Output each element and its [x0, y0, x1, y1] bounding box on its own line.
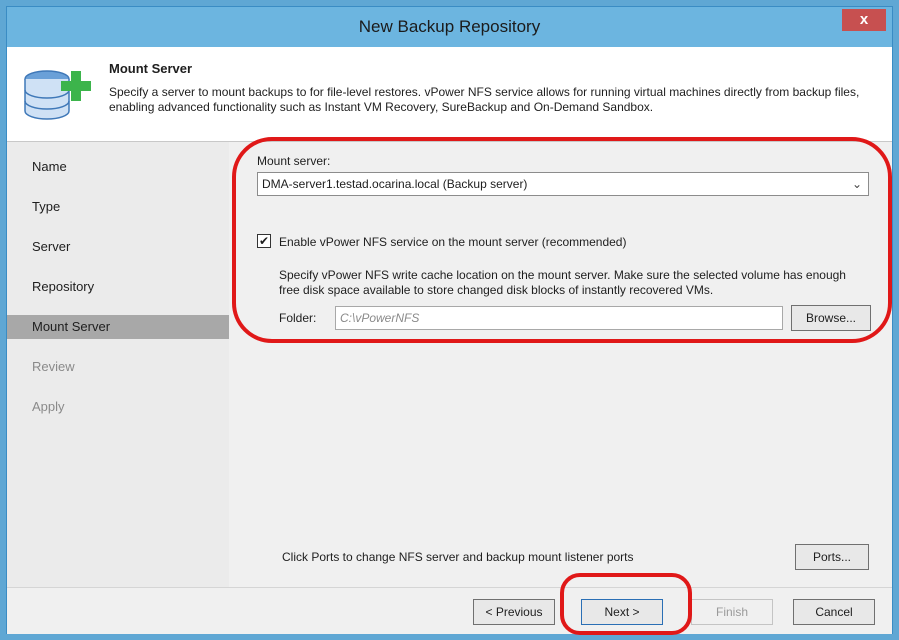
step-repository[interactable]: Repository	[7, 275, 229, 299]
nfs-description: Specify vPower NFS write cache location …	[279, 268, 846, 297]
window-title: New Backup Repository	[358, 17, 541, 36]
mount-server-select[interactable]: DMA-server1.testad.ocarina.local (Backup…	[257, 172, 869, 196]
wizard-steps: Name Type Server Repository Mount Server…	[7, 142, 229, 587]
mount-server-label: Mount server:	[257, 154, 331, 168]
wizard-window: New Backup Repository x Mount Server Spe…	[6, 6, 893, 634]
enable-nfs-checkbox[interactable]: ✔	[257, 234, 271, 248]
step-type[interactable]: Type	[7, 195, 229, 219]
wizard-footer: < Previous Next > Finish Cancel	[7, 587, 892, 634]
main-panel: Mount server: DMA-server1.testad.ocarina…	[229, 142, 892, 587]
finish-button: Finish	[691, 599, 773, 625]
mount-server-value: DMA-server1.testad.ocarina.local (Backup…	[262, 177, 528, 191]
page-title: Mount Server	[109, 61, 193, 76]
step-review: Review	[32, 359, 75, 374]
browse-button[interactable]: Browse...	[791, 305, 871, 331]
close-button[interactable]: x	[842, 9, 886, 31]
ports-button[interactable]: Ports...	[795, 544, 869, 570]
step-apply: Apply	[32, 399, 65, 414]
folder-label: Folder:	[279, 311, 317, 325]
database-add-icon	[24, 70, 91, 120]
next-button[interactable]: Next >	[581, 599, 663, 625]
title-bar: New Backup Repository x	[7, 7, 892, 47]
ports-hint: Click Ports to change NFS server and bac…	[282, 550, 634, 564]
wizard-header: Mount Server Specify a server to mount b…	[7, 47, 892, 142]
step-server[interactable]: Server	[7, 235, 229, 259]
cancel-button[interactable]: Cancel	[793, 599, 875, 625]
previous-button[interactable]: < Previous	[473, 599, 555, 625]
page-description: Specify a server to mount backups to for…	[109, 85, 860, 114]
step-name[interactable]: Name	[7, 155, 229, 179]
folder-input[interactable]: C:\vPowerNFS	[335, 306, 783, 330]
chevron-down-icon: ⌄	[851, 177, 862, 191]
step-mount-server[interactable]: Mount Server	[7, 315, 229, 339]
enable-nfs-label: Enable vPower NFS service on the mount s…	[279, 235, 627, 249]
